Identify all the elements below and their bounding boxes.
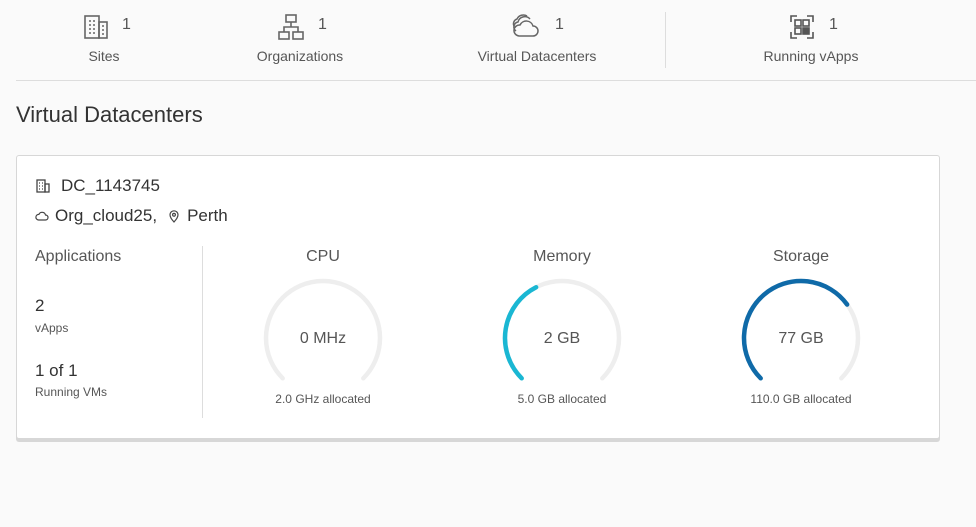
vdc-card-title: DC_1143745 [35,176,160,196]
memory-gauge-title: Memory [533,248,591,265]
virtual-datacenters-count: 1 [555,16,564,33]
cpu-gauge: CPU 0 MHz 2.0 GHz allocated [223,246,423,416]
vapps-count: 2 [35,296,45,315]
storage-gauge: Storage 77 GB 110.0 GB allocated [701,246,901,416]
memory-gauge: Memory 2 GB 5.0 GB allocated [462,246,662,416]
vdc-org-location: Org_cloud25, Perth [35,206,228,226]
vdc-org-name[interactable]: Org_cloud25, [55,206,157,226]
applications-panel: Applications 2 vApps 1 of 1 Running VMs [35,246,203,418]
vdc-name[interactable]: DC_1143745 [61,176,160,196]
running-vapps-count: 1 [829,16,838,33]
vdc-location: Perth [187,206,228,225]
vapps-label: vApps [35,321,69,335]
virtual-datacenters-label: Virtual Datacenters [477,48,597,64]
memory-gauge-allocated: 5.0 GB allocated [517,392,607,406]
storage-gauge-title: Storage [772,248,830,265]
running-vms-count: 1 of 1 [35,361,78,380]
running-vms-label: Running VMs [35,385,108,399]
location-pin-icon [167,209,181,223]
vapp-icon [787,12,817,42]
organizations-label: Organizations [256,48,344,64]
stats-divider [665,12,666,68]
cpu-gauge-value: 0 MHz [299,330,347,347]
applications-title: Applications [35,248,122,265]
cloud-icon [35,209,49,223]
summary-stats-bar: 1 Sites 1 Organizations 1 Virtual Datace… [16,0,976,81]
stat-running-vapps[interactable]: 1 Running vApps [744,0,878,80]
building-icon [35,178,51,194]
storage-gauge-allocated: 110.0 GB allocated [750,392,852,406]
clouds-icon [510,12,540,42]
stat-organizations[interactable]: 1 Organizations [230,0,370,80]
sites-label: Sites [88,48,120,64]
building-icon [81,12,111,42]
cpu-gauge-allocated: 2.0 GHz allocated [275,392,371,406]
storage-gauge-value: 77 GB [778,330,824,347]
cpu-gauge-title: CPU [306,248,340,265]
memory-gauge-value: 2 GB [543,330,581,347]
vdc-card[interactable]: DC_1143745 Org_cloud25, Perth Applicatio… [16,155,940,439]
stat-sites[interactable]: 1 Sites [56,0,152,80]
section-title: Virtual Datacenters [16,102,203,127]
organizations-count: 1 [318,16,327,33]
org-tree-icon [276,12,306,42]
running-vapps-label: Running vApps [763,48,859,64]
stat-virtual-datacenters[interactable]: 1 Virtual Datacenters [462,0,612,80]
sites-count: 1 [122,16,131,33]
